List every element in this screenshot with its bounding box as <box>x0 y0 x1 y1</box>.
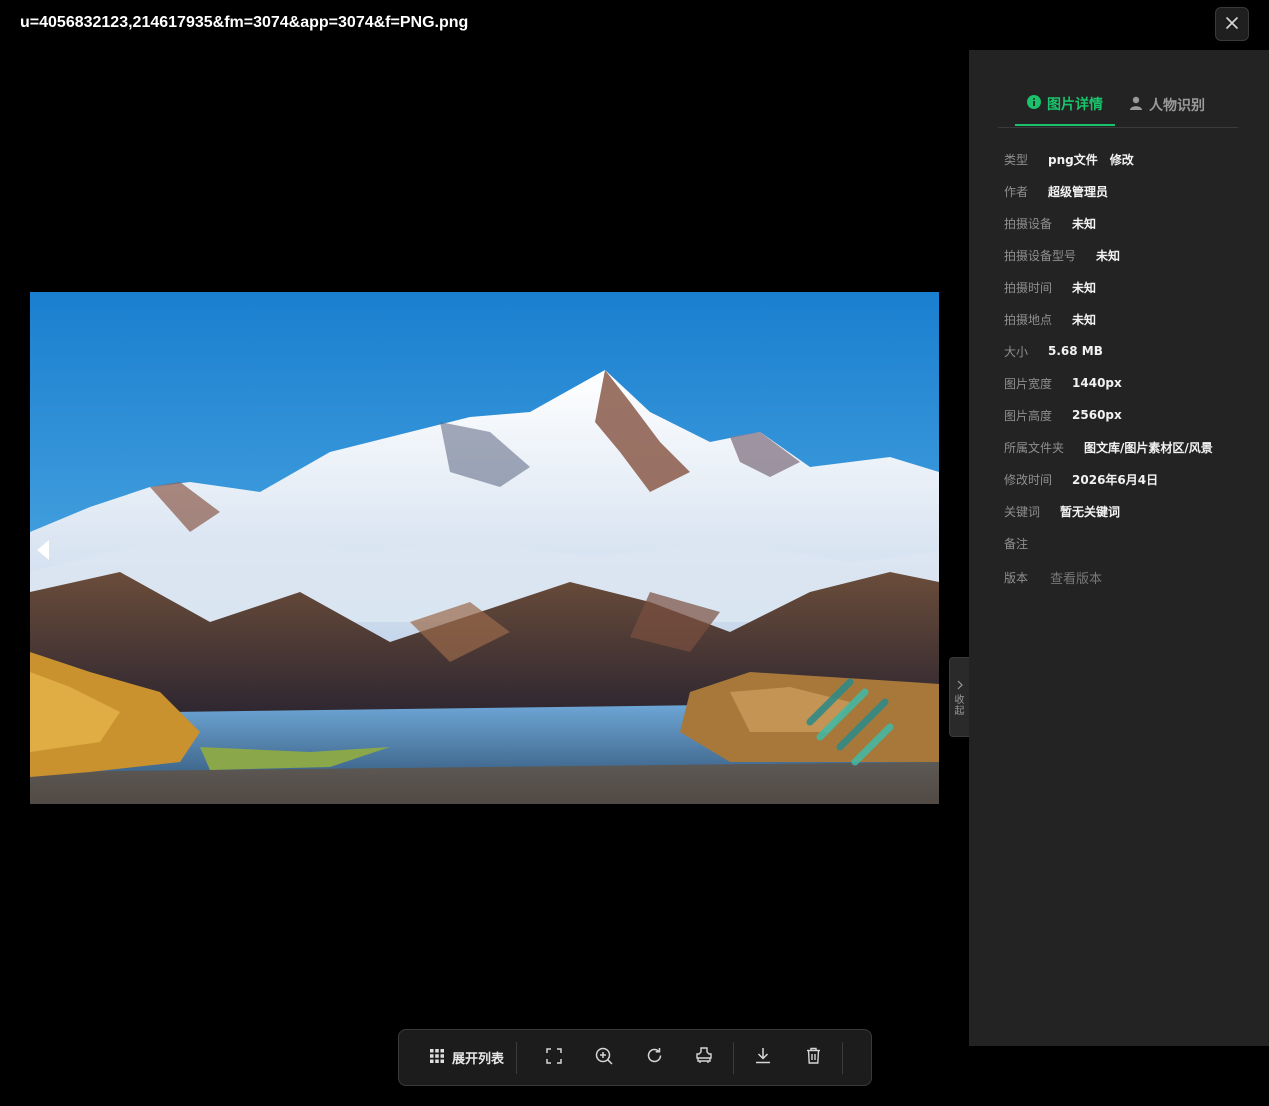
toolbar-divider <box>733 1041 735 1074</box>
zoom-in-icon <box>595 1047 613 1069</box>
info-label: 所属文件夹 <box>1004 440 1065 455</box>
triangle-left-icon <box>36 539 50 565</box>
download-button[interactable] <box>744 1039 782 1077</box>
delete-button[interactable] <box>794 1039 832 1077</box>
rotate-button[interactable] <box>635 1039 673 1077</box>
stamp-icon <box>695 1047 713 1068</box>
info-row-folder: 所属文件夹 图文库/图片素材区/风景 <box>1004 431 1254 463</box>
info-icon <box>1027 95 1041 113</box>
info-row-size: 大小 5.68 MB <box>1004 335 1254 367</box>
info-label: 拍摄设备 <box>1004 216 1053 231</box>
tab-label: 人物识别 <box>1149 98 1205 114</box>
info-row-version: 版本 查看版本 <box>1004 559 1254 595</box>
info-row-device-model: 拍摄设备型号 未知 <box>1004 239 1254 271</box>
zoom-in-button[interactable] <box>585 1039 623 1077</box>
image-viewer: u=4056832123,214617935&fm=3074&app=3074&… <box>0 0 1269 1106</box>
info-label: 拍摄设备型号 <box>1004 248 1077 263</box>
info-value: png文件 <box>1048 152 1098 167</box>
info-value: 未知 <box>1072 280 1097 295</box>
preview-image[interactable] <box>30 292 939 804</box>
toolbar-divider <box>842 1041 844 1074</box>
file-title: u=4056832123,214617935&fm=3074&app=3074&… <box>20 14 469 31</box>
expand-list-button[interactable]: 展开列表 <box>430 1048 504 1067</box>
folder-path-link[interactable]: 图文库/图片素材区/风景 <box>1084 439 1213 456</box>
tab-label: 图片详情 <box>1047 97 1103 113</box>
info-label: 作者 <box>1004 184 1029 199</box>
info-row-keywords: 关键词 暂无关键词 <box>1004 495 1254 527</box>
info-label: 关键词 <box>1004 504 1041 519</box>
collapse-label: 收起 <box>954 695 965 717</box>
info-row-shot-time: 拍摄时间 未知 <box>1004 271 1254 303</box>
previous-image-button[interactable] <box>30 528 70 576</box>
info-value: 超级管理员 <box>1048 184 1109 199</box>
download-icon <box>755 1047 771 1068</box>
person-icon <box>1129 96 1143 114</box>
details-panel: 图片详情 人物识别 类型 png文件 修改 作者 超级管理员 拍摄设备 未知 拍… <box>969 50 1269 1046</box>
info-row-note: 备注 <box>1004 527 1254 559</box>
info-list: 类型 png文件 修改 作者 超级管理员 拍摄设备 未知 拍摄设备型号 未知 拍… <box>1004 143 1254 595</box>
fullscreen-icon <box>546 1047 562 1068</box>
view-versions-link[interactable]: 查看版本 <box>1050 568 1102 587</box>
info-label: 拍摄时间 <box>1004 280 1053 295</box>
info-value: 2560px <box>1072 408 1122 422</box>
tab-image-details[interactable]: 图片详情 <box>1015 84 1115 126</box>
image-toolbar: 展开列表 <box>398 1029 872 1086</box>
info-row-author: 作者 超级管理员 <box>1004 175 1254 207</box>
info-value: 未知 <box>1072 216 1097 231</box>
info-row-type: 类型 png文件 修改 <box>1004 143 1254 175</box>
info-value: 5.68 MB <box>1048 344 1103 358</box>
info-row-device: 拍摄设备 未知 <box>1004 207 1254 239</box>
modify-type-link[interactable]: 修改 <box>1110 151 1134 168</box>
expand-list-label: 展开列表 <box>452 1052 505 1067</box>
info-row-width: 图片宽度 1440px <box>1004 367 1254 399</box>
fullscreen-button[interactable] <box>535 1039 573 1077</box>
info-label: 修改时间 <box>1004 472 1053 487</box>
info-label: 版本 <box>1004 570 1029 585</box>
info-label: 大小 <box>1004 344 1029 359</box>
stamp-button[interactable] <box>685 1039 723 1077</box>
tab-face-recognition[interactable]: 人物识别 <box>1117 84 1217 126</box>
close-button[interactable] <box>1215 7 1249 41</box>
delete-icon <box>806 1047 821 1068</box>
info-value: 暂无关键词 <box>1060 504 1121 519</box>
chevron-right-icon <box>956 680 964 692</box>
info-label: 类型 <box>1004 152 1029 167</box>
close-icon <box>1225 15 1239 34</box>
info-label: 拍摄地点 <box>1004 312 1053 327</box>
info-row-location: 拍摄地点 未知 <box>1004 303 1254 335</box>
collapse-panel-button[interactable]: 收起 <box>949 657 969 737</box>
info-label: 备注 <box>1004 536 1029 551</box>
info-value: 未知 <box>1096 248 1121 263</box>
info-label: 图片高度 <box>1004 408 1053 423</box>
info-value: 未知 <box>1072 312 1097 327</box>
detail-tabs: 图片详情 人物识别 <box>998 84 1238 128</box>
rotate-icon <box>646 1047 663 1068</box>
toolbar-divider <box>516 1041 518 1074</box>
info-row-height: 图片高度 2560px <box>1004 399 1254 431</box>
info-label: 图片宽度 <box>1004 376 1053 391</box>
info-value: 1440px <box>1072 376 1122 390</box>
mountain-landscape-image <box>30 292 939 804</box>
info-row-modified: 修改时间 2026年6月4日 <box>1004 463 1254 495</box>
info-value: 2026年6月4日 <box>1072 472 1159 487</box>
grid-icon <box>430 1048 444 1067</box>
